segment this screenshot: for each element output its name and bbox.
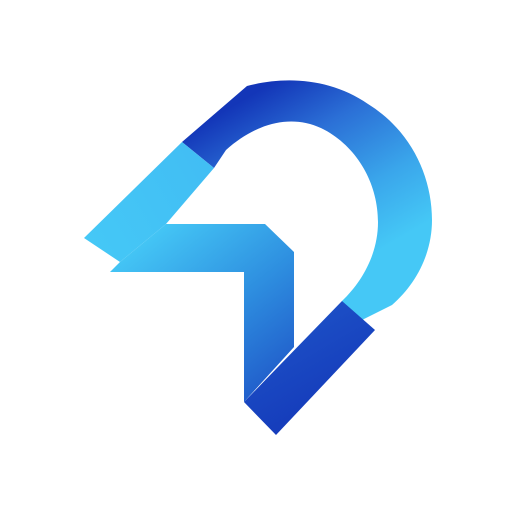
- app-logo-icon: [84, 80, 432, 435]
- logo-hook-shape: [182, 80, 432, 328]
- logo-zigzag-stroke: [110, 224, 294, 402]
- logo-canvas: [0, 0, 512, 512]
